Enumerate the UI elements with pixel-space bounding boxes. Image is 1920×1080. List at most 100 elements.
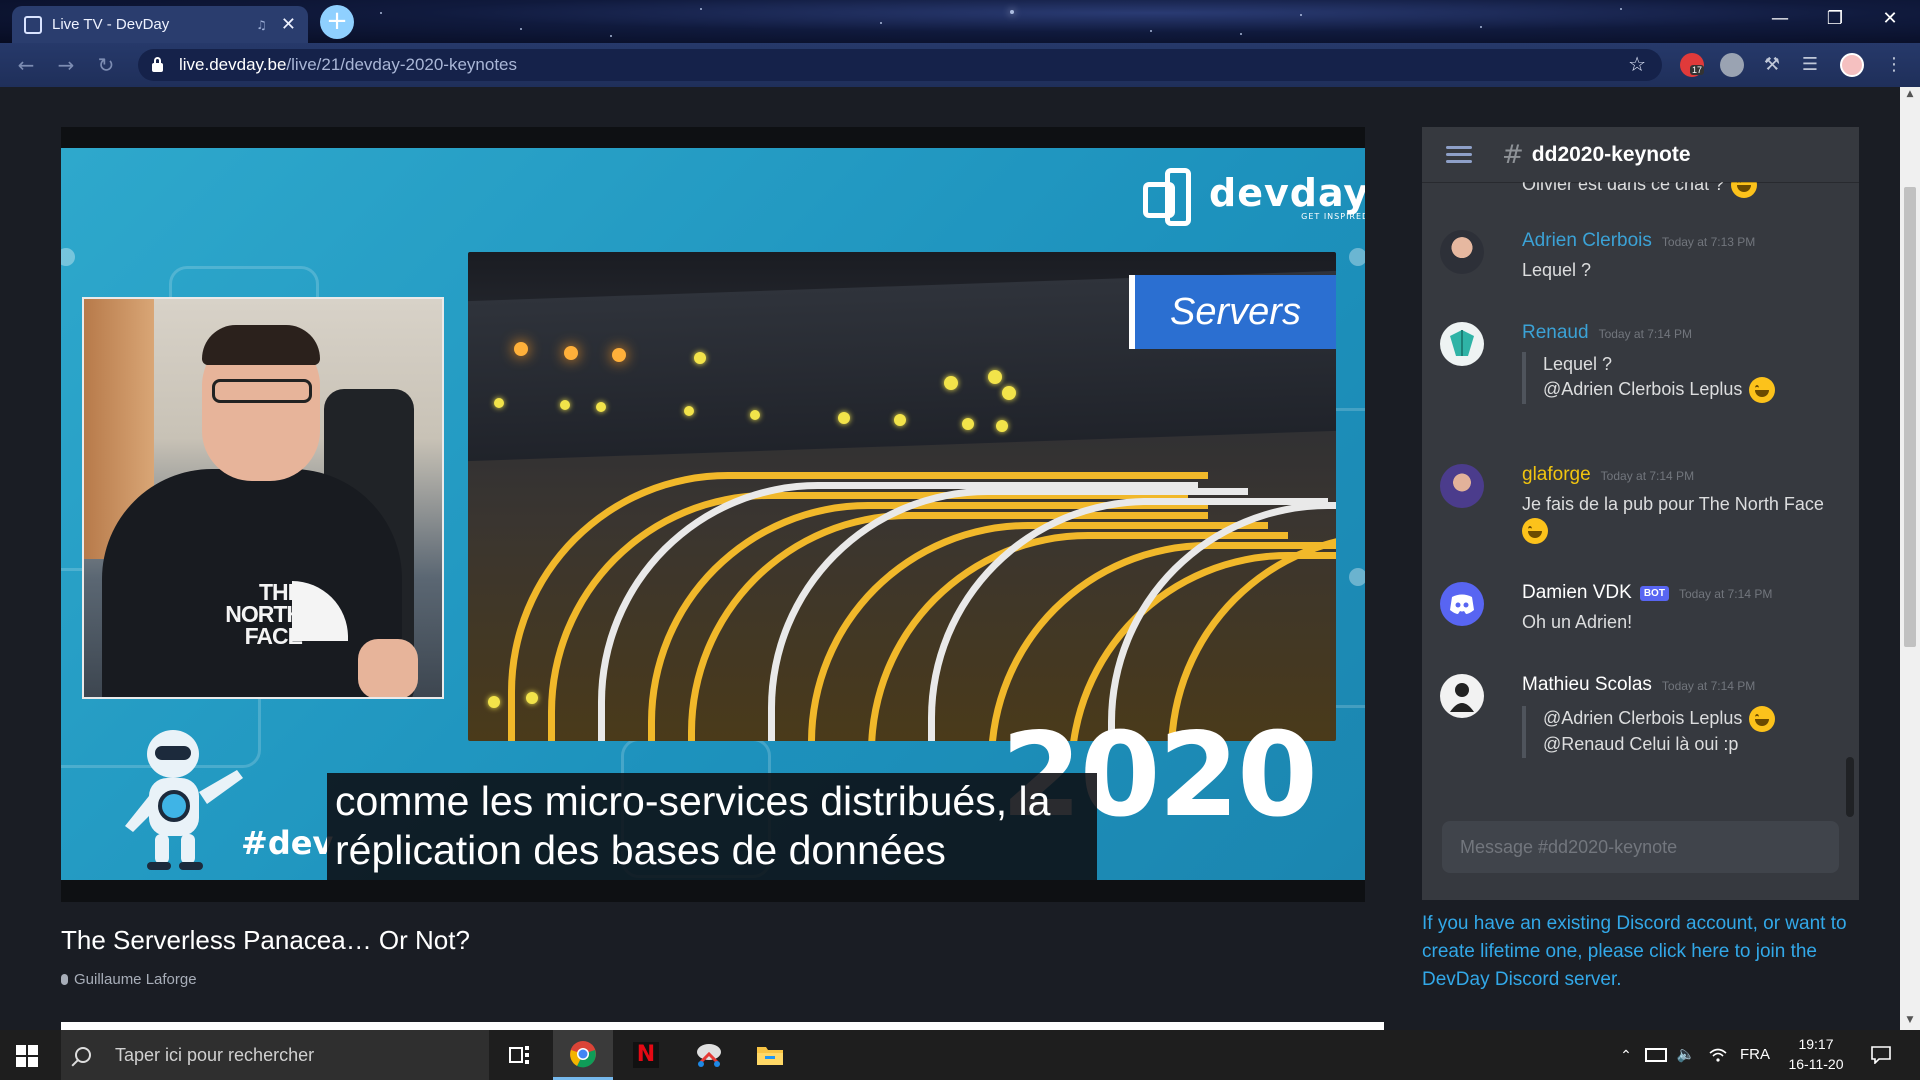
lock-icon[interactable]: [152, 56, 163, 72]
video-subtitles: comme les micro-services distribués, la …: [327, 773, 1097, 880]
scroll-thumb[interactable]: [1904, 187, 1916, 647]
forward-button[interactable]: →: [52, 51, 80, 79]
message-quote: @Adrien Clerbois Leplus @Renaud Celui là…: [1522, 706, 1776, 758]
search-icon: [75, 1047, 91, 1063]
devday-robot-mascot-icon: [125, 730, 243, 870]
extension-gray-icon[interactable]: [1720, 53, 1744, 77]
slide-servers-image: Servers: [468, 252, 1336, 741]
bot-badge: BOT: [1639, 586, 1669, 601]
browser-toolbar: ← → ↻ live.devday.be/live/21/devday-2020…: [0, 43, 1920, 87]
snipping-tool-taskbar-icon[interactable]: [679, 1030, 739, 1080]
scroll-up-icon[interactable]: ▲: [1904, 89, 1916, 99]
audio-icon[interactable]: ♫: [256, 18, 267, 32]
quote-line: @Adrien Clerbois Leplus: [1543, 377, 1776, 404]
join-discord-link[interactable]: If you have an existing Discord account,…: [1422, 910, 1852, 994]
message-author[interactable]: Adrien Clerbois: [1522, 230, 1652, 252]
scroll-down-icon[interactable]: ▼: [1904, 1015, 1916, 1025]
language-indicator[interactable]: FRA: [1738, 1030, 1772, 1080]
discord-chat-widget: # dd2020-keynote Olivier est dans ce cha…: [1422, 127, 1859, 900]
content-divider: [61, 1022, 1384, 1030]
file-explorer-taskbar-icon[interactable]: [740, 1030, 800, 1080]
message-text: Lequel ?: [1522, 260, 1592, 280]
video-frame[interactable]: devday GET INSPIRED THE NORTH FACE Serve…: [61, 148, 1365, 880]
channel-name: dd2020-keynote: [1531, 142, 1691, 166]
volume-icon[interactable]: 🔈: [1674, 1030, 1698, 1080]
message-input-box[interactable]: [1442, 821, 1839, 873]
bookmark-star-icon[interactable]: ☆: [1628, 52, 1646, 76]
wifi-icon[interactable]: [1706, 1030, 1730, 1080]
speaker-name: Guillaume Laforge: [74, 971, 197, 988]
taskbar-search[interactable]: Taper ici pour rechercher: [61, 1030, 489, 1080]
restore-button[interactable]: ❐: [1807, 0, 1863, 40]
avatar[interactable]: [1440, 674, 1484, 718]
message-time: Today at 7:13 PM: [1661, 235, 1756, 249]
message-text: Je fais de la pub pour The North Face: [1522, 494, 1824, 514]
close-tab-icon[interactable]: ✕: [281, 14, 296, 35]
speaker-webcam: THE NORTH FACE: [82, 297, 444, 699]
page-content: devday GET INSPIRED THE NORTH FACE Serve…: [0, 87, 1900, 1030]
avatar[interactable]: [1440, 582, 1484, 626]
talk-title: The Serverless Panacea… Or Not?: [61, 925, 470, 955]
message-author[interactable]: Mathieu Scolas: [1522, 674, 1652, 696]
taskbar-clock[interactable]: 19:17 16-11-20: [1784, 1034, 1848, 1074]
tab-live-tv[interactable]: Live TV - DevDay ♫ ✕: [12, 6, 308, 43]
extension-badge: 17: [1690, 65, 1705, 75]
chrome-taskbar-icon[interactable]: [553, 1030, 613, 1080]
minimize-button[interactable]: —: [1752, 0, 1808, 40]
extensions-puzzle-icon[interactable]: ⚒: [1760, 53, 1784, 77]
avatar[interactable]: [1440, 230, 1484, 274]
extension-red-icon[interactable]: 17: [1680, 53, 1705, 77]
message-time: Today at 7:14 PM: [1661, 679, 1756, 693]
subtitle-line-1: comme les micro-services distribués, la: [335, 778, 1051, 824]
slide-hashtag: #dev: [241, 824, 334, 862]
battery-icon[interactable]: [1644, 1030, 1668, 1080]
hamburger-menu-icon[interactable]: [1446, 145, 1472, 164]
message-author[interactable]: Damien VDK: [1522, 582, 1632, 604]
page-scrollbar[interactable]: ▲ ▼: [1900, 87, 1920, 1030]
task-view-icon[interactable]: [490, 1030, 550, 1080]
microphone-icon: [61, 974, 68, 985]
netflix-taskbar-icon[interactable]: N: [616, 1030, 676, 1080]
new-tab-button[interactable]: +: [320, 5, 354, 39]
chat-scrollbar[interactable]: [1846, 757, 1854, 817]
tab-title: Live TV - DevDay: [52, 16, 170, 33]
browser-menu-icon[interactable]: ⋮: [1882, 53, 1906, 77]
avatar[interactable]: [1440, 464, 1484, 508]
message-input[interactable]: [1460, 836, 1839, 858]
close-window-button[interactable]: ✕: [1862, 0, 1918, 40]
clock-date: 16-11-20: [1788, 1056, 1844, 1072]
talk-speaker: Guillaume Laforge: [61, 971, 197, 988]
message-time: Today at 7:14 PM: [1598, 327, 1692, 341]
slide-label: Servers: [1129, 275, 1336, 349]
message-author[interactable]: Renaud: [1522, 322, 1589, 344]
url-host: live.devday.be: [179, 55, 287, 74]
reload-button[interactable]: ↻: [92, 51, 120, 79]
back-button[interactable]: ←: [12, 51, 40, 79]
clock-time: 19:17: [1798, 1036, 1834, 1052]
reading-list-icon[interactable]: ☰: [1798, 53, 1822, 77]
subtitle-line-2: réplication des bases de données: [335, 827, 946, 873]
search-placeholder: Taper ici pour rechercher: [115, 1044, 315, 1065]
devday-logo: devday GET INSPIRED: [1143, 168, 1365, 226]
devday-favicon-icon: [24, 15, 42, 34]
avatar[interactable]: [1440, 322, 1484, 366]
notifications-icon[interactable]: [1866, 1030, 1896, 1080]
video-player[interactable]: devday GET INSPIRED THE NORTH FACE Serve…: [61, 127, 1365, 902]
windows-taskbar: Taper ici pour rechercher N ⌃ 🔈 FRA 19:1…: [0, 1030, 1920, 1080]
message-author[interactable]: glaforge: [1522, 464, 1591, 486]
discord-logo-icon: [1450, 594, 1474, 614]
address-bar[interactable]: live.devday.be/live/21/devday-2020-keyno…: [138, 49, 1662, 81]
show-hidden-icons-icon[interactable]: ⌃: [1614, 1030, 1638, 1080]
smile-emoji-icon: [1749, 377, 1776, 404]
profile-avatar[interactable]: [1840, 53, 1864, 77]
discord-message-list[interactable]: Olivier est dans ce chat ? Adrien Clerbo…: [1422, 172, 1859, 822]
browser-titlebar: Live TV - DevDay ♫ ✕ + — ❐ ✕: [0, 0, 1920, 43]
windows-start-icon[interactable]: [16, 1045, 38, 1067]
message-quote: Lequel ? @Adrien Clerbois Leplus: [1522, 352, 1776, 404]
logo-wordmark: devday: [1209, 170, 1365, 215]
url-path: /live/21/devday-2020-keynotes: [286, 55, 518, 74]
devday-logo-mark-icon: [1143, 168, 1201, 226]
discord-channel-header: # dd2020-keynote: [1422, 127, 1859, 182]
message-text: Oh un Adrien!: [1522, 612, 1633, 632]
quote-line: @Adrien Clerbois Leplus: [1543, 706, 1776, 733]
